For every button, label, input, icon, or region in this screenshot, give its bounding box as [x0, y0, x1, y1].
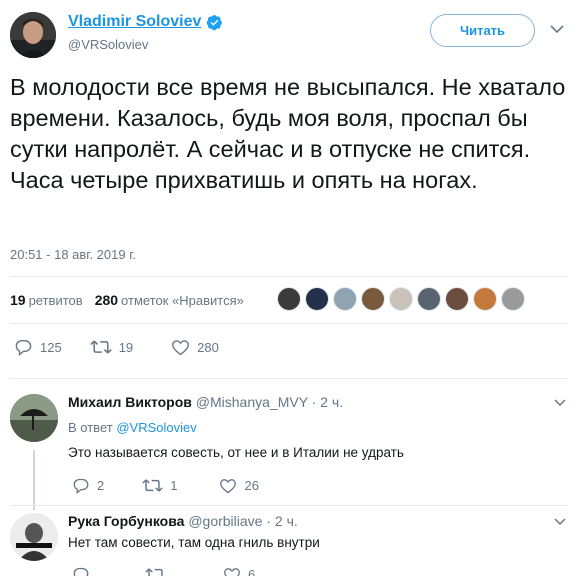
tweet-stats: 19 ретвитов 280 отметок «Нравится» [10, 290, 244, 310]
like-button[interactable]: 26 [219, 478, 259, 494]
reply-tweet: Рука Горбункова @gorbiliave · 2 ч. Нет т… [10, 513, 568, 576]
avatar[interactable] [10, 513, 58, 561]
retweet-icon [142, 479, 163, 492]
thread-line [33, 450, 35, 510]
avatar[interactable] [277, 287, 301, 311]
reply-icon [73, 567, 89, 576]
likes-count[interactable]: 280 [95, 292, 118, 308]
reply-button[interactable]: 2 [72, 477, 104, 494]
in-reply-handle-link[interactable]: @VRSoloviev [116, 420, 196, 435]
avatar[interactable] [305, 287, 329, 311]
avatar[interactable] [10, 12, 56, 58]
reply-button[interactable]: 125 [14, 338, 62, 356]
likers-avatars [277, 287, 525, 311]
avatar[interactable] [10, 394, 58, 442]
tweet-text: В молодости все время не высыпался. Не х… [10, 74, 566, 193]
tweet-header: Vladimir Soloviev @VRSoloviev Читать [10, 12, 568, 58]
reply-author-handle[interactable]: @gorbiliave [188, 513, 262, 529]
reply-icon [15, 339, 32, 356]
reply-time[interactable]: · 2 ч. [312, 394, 343, 410]
tweet-actions: 125 19 280 [14, 338, 219, 356]
divider [10, 378, 568, 379]
reply-button[interactable] [72, 566, 97, 576]
like-count: 26 [244, 478, 259, 493]
heart-icon [220, 478, 237, 493]
reply-text: Нет там совести, там одна гниль внутри [68, 535, 320, 550]
retweet-button[interactable] [145, 567, 173, 576]
retweet-icon [145, 568, 163, 576]
like-count: 280 [197, 339, 219, 355]
retweets-count[interactable]: 19 [10, 292, 26, 308]
like-button[interactable]: 6 [223, 567, 255, 576]
reply-author-handle[interactable]: @Mishanya_MVY [196, 394, 308, 410]
avatar[interactable] [501, 287, 525, 311]
reply-actions: 2 1 26 [72, 477, 259, 494]
reply-text: Это называется совесть, от нее и в Итали… [68, 445, 404, 460]
author-name-label[interactable]: Vladimir Soloviev [68, 13, 201, 31]
chevron-down-icon[interactable] [554, 517, 566, 526]
reply-header: Рука Горбункова @gorbiliave · 2 ч. [68, 513, 298, 529]
tweet-timestamp[interactable]: 20:51 - 18 авг. 2019 г. [10, 247, 136, 262]
retweets-label[interactable]: ретвитов [29, 293, 83, 308]
reply-header: Михаил Викторов @Mishanya_MVY · 2 ч. [68, 394, 343, 410]
reply-author-name[interactable]: Рука Горбункова [68, 513, 184, 529]
reply-author-name[interactable]: Михаил Викторов [68, 394, 192, 410]
avatar[interactable] [333, 287, 357, 311]
retweet-count: 1 [170, 478, 178, 493]
chevron-down-icon[interactable] [554, 398, 566, 407]
reply-count: 125 [40, 339, 62, 355]
author-name[interactable]: Vladimir Soloviev [68, 13, 223, 31]
heart-icon [172, 339, 190, 355]
reply-tweet: Михаил Викторов @Mishanya_MVY · 2 ч. В о… [10, 394, 568, 510]
author-handle[interactable]: @VRSoloviev [68, 37, 148, 52]
like-count: 6 [248, 567, 256, 576]
likes-label[interactable]: отметок «Нравится» [121, 293, 244, 308]
retweet-button[interactable]: 19 [90, 339, 133, 355]
in-reply-label: В ответ [68, 420, 113, 435]
reply-actions: 6 [72, 566, 255, 576]
in-reply-to: В ответ @VRSoloviev [68, 420, 197, 435]
avatar[interactable] [389, 287, 413, 311]
chevron-down-icon[interactable] [550, 24, 564, 34]
follow-button[interactable]: Читать [430, 14, 535, 47]
verified-badge-icon [206, 14, 223, 31]
divider [10, 505, 568, 506]
divider [10, 323, 568, 324]
heart-icon [224, 567, 240, 576]
avatar[interactable] [445, 287, 469, 311]
retweet-count: 19 [118, 339, 134, 355]
divider [10, 276, 568, 277]
avatar[interactable] [473, 287, 497, 311]
like-button[interactable]: 280 [171, 339, 219, 356]
reply-icon [73, 478, 89, 494]
avatar[interactable] [361, 287, 385, 311]
reply-count: 2 [97, 478, 105, 493]
avatar[interactable] [417, 287, 441, 311]
retweet-icon [90, 340, 112, 354]
reply-time[interactable]: · 2 ч. [266, 513, 297, 529]
retweet-button[interactable]: 1 [142, 478, 177, 493]
